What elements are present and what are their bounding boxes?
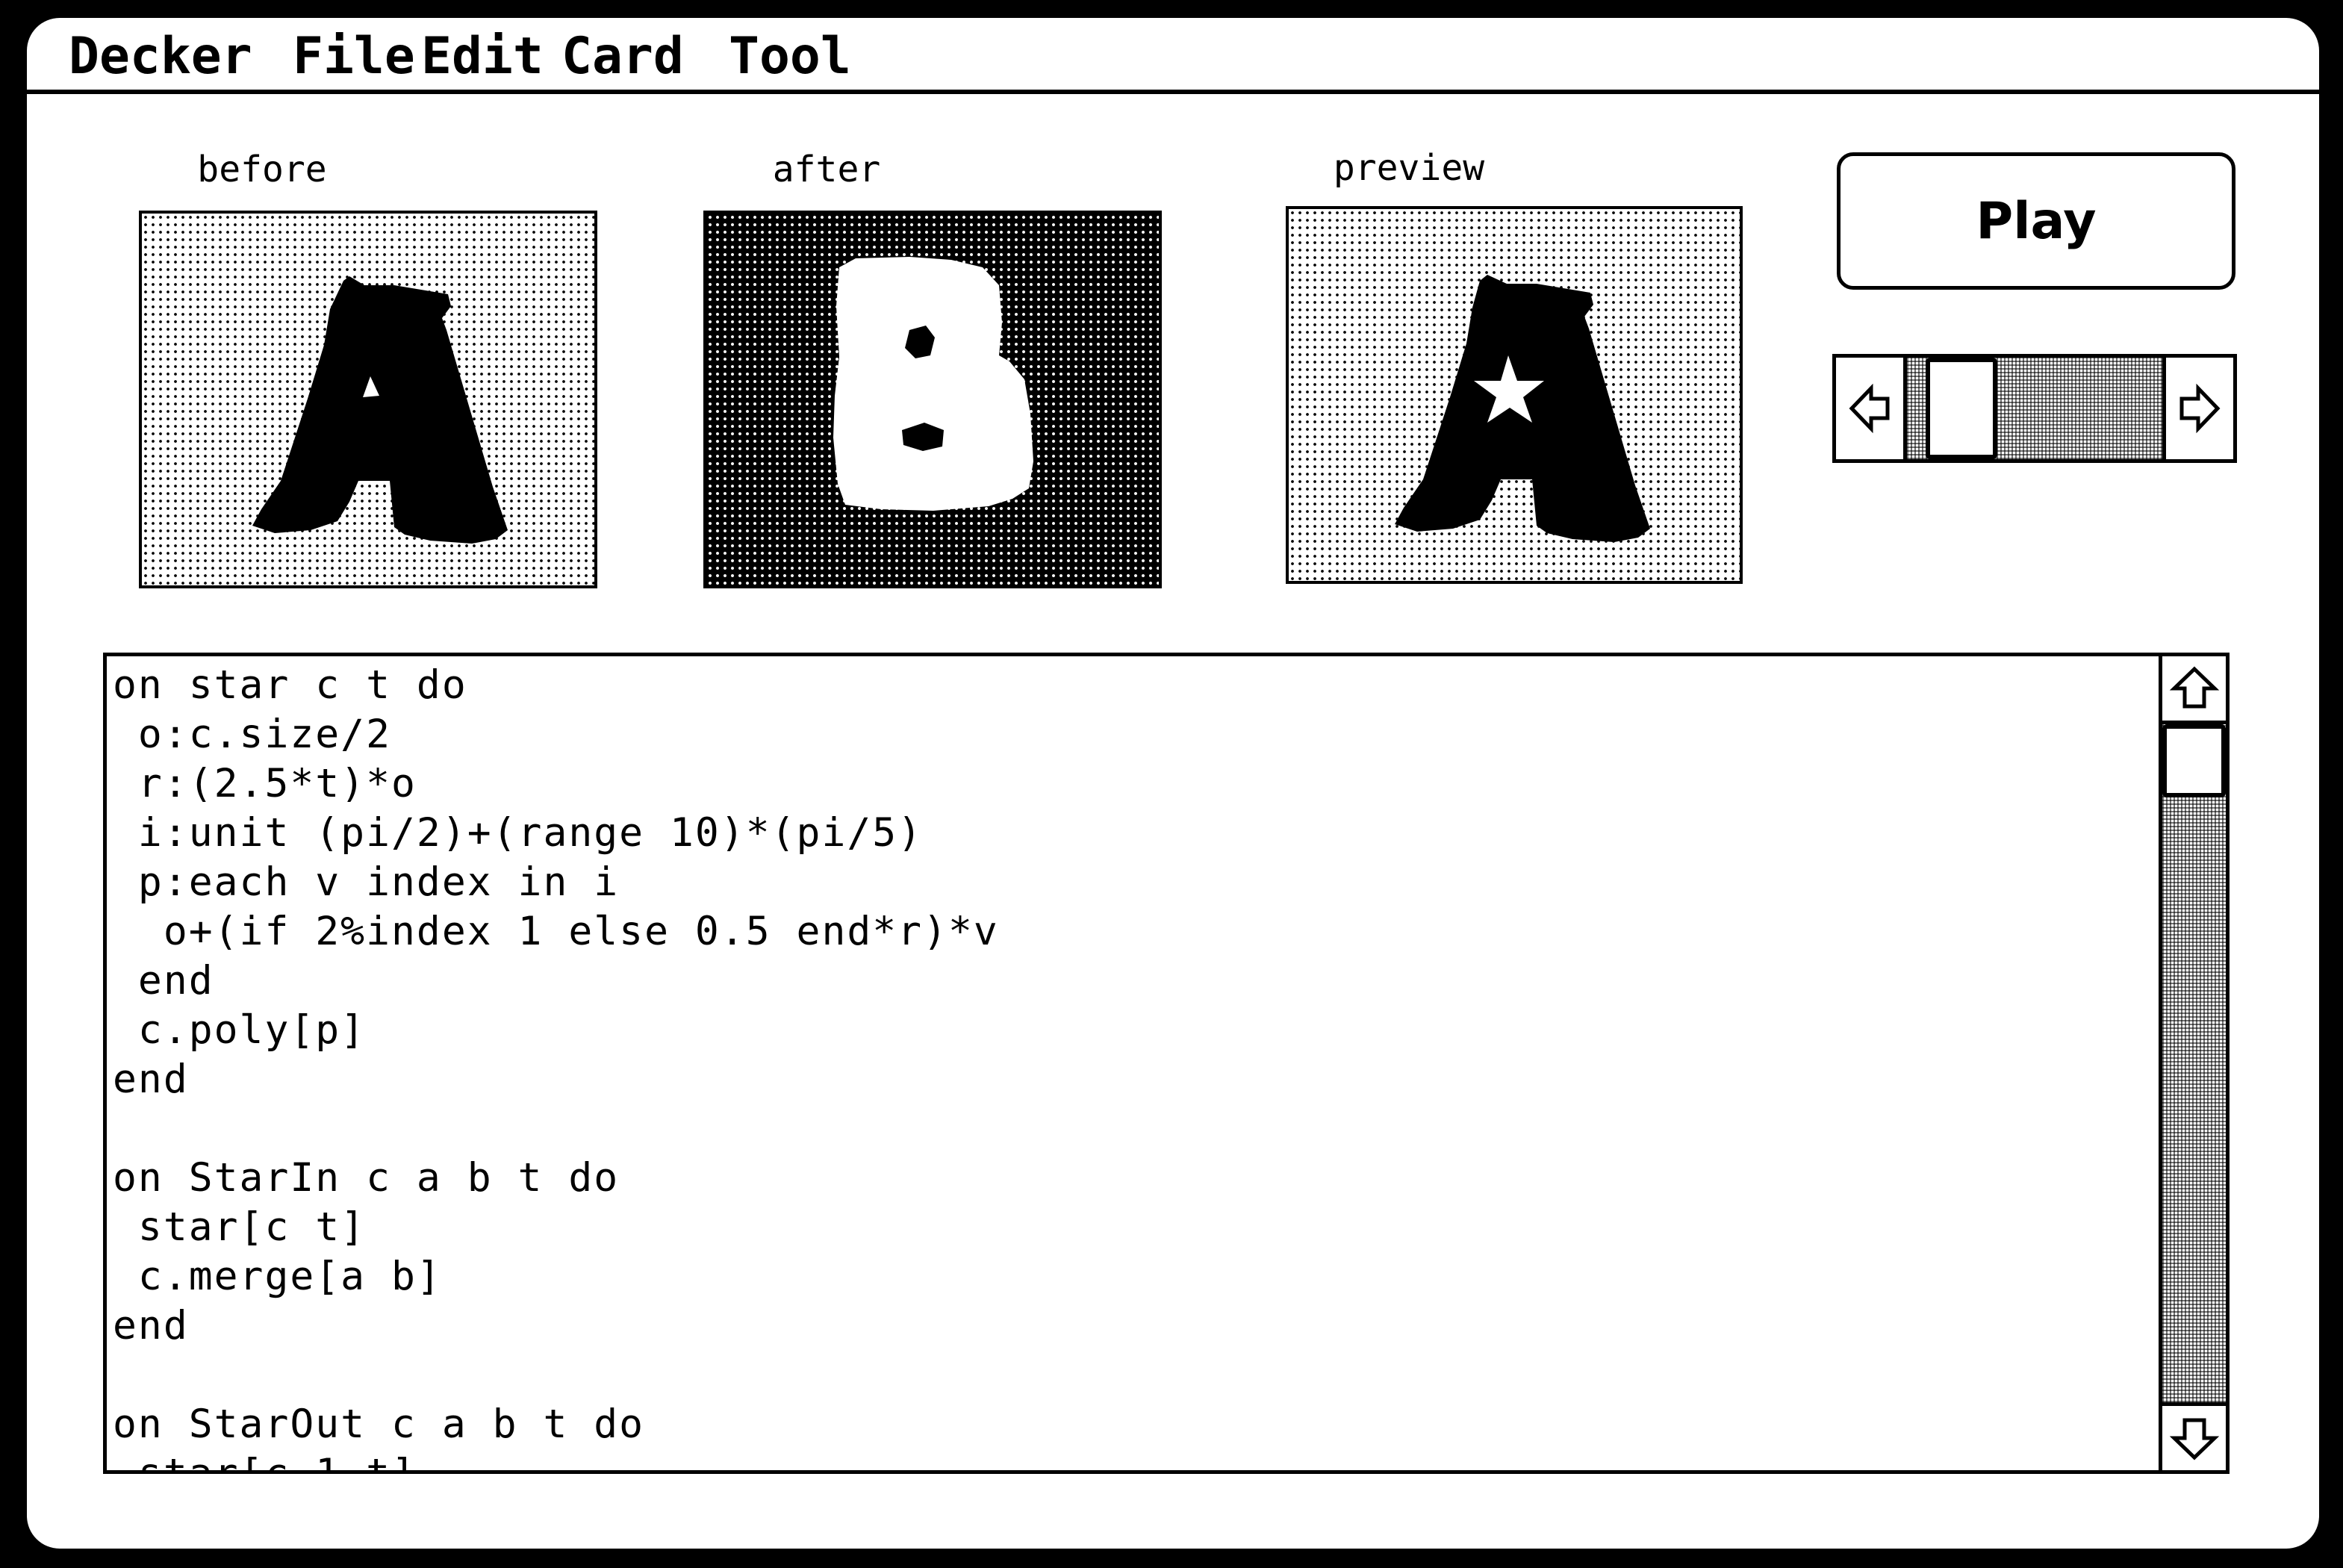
slider-track[interactable] xyxy=(1907,358,2166,459)
up-arrow-icon xyxy=(2169,666,2219,709)
code-line: end xyxy=(113,1303,189,1348)
code-line: i:unit (pi/2)+(range 10)*(pi/5) xyxy=(113,810,924,856)
decker-window: Decker File Edit Card Tool before after … xyxy=(27,18,2319,1549)
right-arrow-icon xyxy=(2179,383,2221,434)
menu-edit[interactable]: Edit xyxy=(421,31,544,82)
code-line: p:each v index in i xyxy=(113,859,620,905)
before-label: before xyxy=(197,149,327,190)
scroll-track[interactable] xyxy=(2162,724,2226,1402)
left-arrow-icon xyxy=(1849,383,1890,434)
code-line: o+(if 2%index 1 else 0.5 end*r)*v xyxy=(113,909,999,954)
scroll-up-button[interactable] xyxy=(2162,656,2226,724)
code-line: end xyxy=(113,1057,189,1102)
code-text-area[interactable]: on star c t do o:c.size/2 r:(2.5*t)*o i:… xyxy=(113,661,2181,1470)
menu-tool[interactable]: Tool xyxy=(729,31,851,82)
preview-label: preview xyxy=(1333,147,1485,189)
play-button[interactable]: Play xyxy=(1837,152,2235,290)
slider-thumb[interactable] xyxy=(1926,358,1997,459)
letter-b-image xyxy=(833,257,1033,511)
code-line: c.poly[p] xyxy=(113,1007,367,1053)
down-arrow-icon xyxy=(2169,1418,2219,1460)
menu-bar: Decker File Edit Card Tool xyxy=(27,18,2319,94)
menu-file[interactable]: File xyxy=(293,31,415,82)
letter-a-star-image xyxy=(1395,275,1650,542)
menu-decker[interactable]: Decker xyxy=(69,31,252,82)
code-line: r:(2.5*t)*o xyxy=(113,761,417,806)
code-line: star[c t] xyxy=(113,1204,367,1250)
slider-left-button[interactable] xyxy=(1836,358,1907,459)
code-line: on StarIn c a b t do xyxy=(113,1155,620,1201)
code-line: o:c.size/2 xyxy=(113,712,391,757)
letter-a-image xyxy=(252,276,508,544)
slider-right-button[interactable] xyxy=(2162,358,2233,459)
preview-canvas[interactable] xyxy=(1286,206,1743,584)
code-line: on star c t do xyxy=(113,662,467,708)
code-line: on StarOut c a b t do xyxy=(113,1401,645,1447)
code-line: end xyxy=(113,958,214,1004)
script-editor[interactable]: on star c t do o:c.size/2 r:(2.5*t)*o i:… xyxy=(103,653,2230,1474)
menu-card[interactable]: Card xyxy=(561,31,684,82)
scroll-down-button[interactable] xyxy=(2162,1402,2226,1470)
before-canvas[interactable] xyxy=(139,211,597,588)
vertical-scrollbar[interactable] xyxy=(2159,656,2226,1470)
after-canvas[interactable] xyxy=(703,211,1162,588)
code-line: star[c 1-t] xyxy=(113,1449,2181,1470)
scroll-thumb[interactable] xyxy=(2162,724,2226,797)
code-line: c.merge[a b] xyxy=(113,1254,442,1299)
transition-slider[interactable] xyxy=(1832,354,2237,463)
after-label: after xyxy=(772,149,881,190)
